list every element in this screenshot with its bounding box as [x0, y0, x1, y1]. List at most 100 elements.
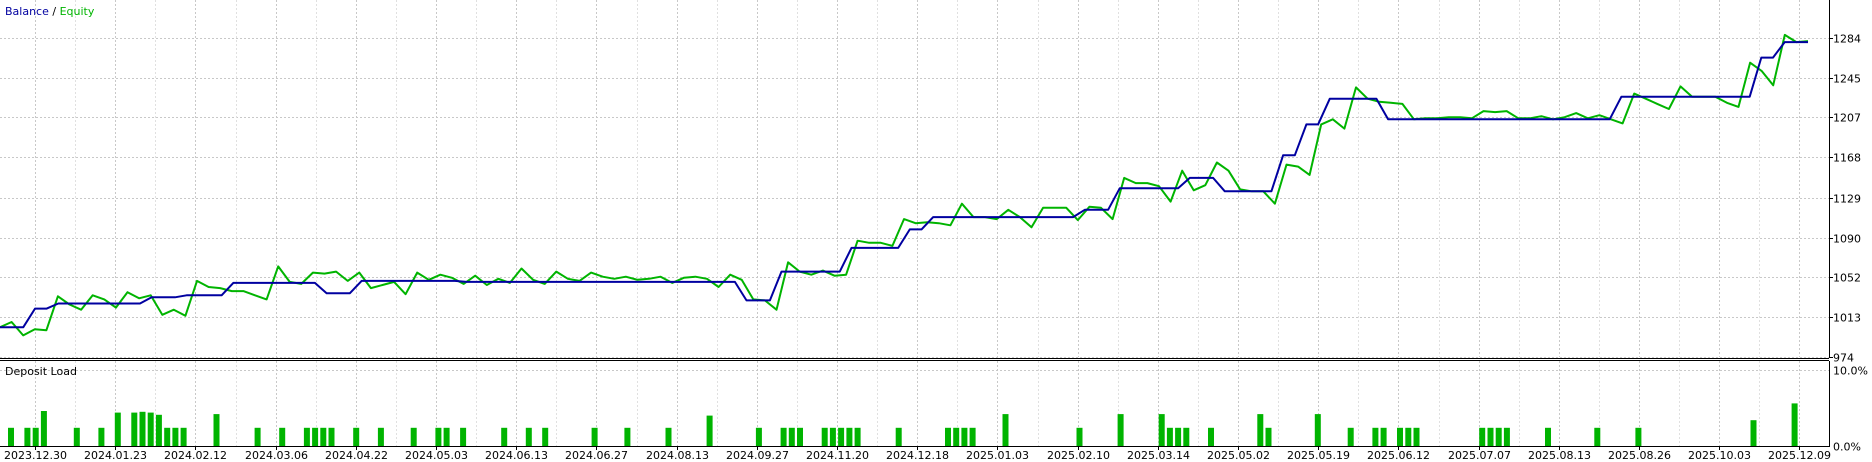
x-tick-label-9: 2024.09.27 [726, 449, 789, 462]
deposit-load-bar-25 [213, 414, 220, 446]
deposit-load-bar-55 [460, 427, 467, 446]
deposit-load-bar-142 [1175, 427, 1182, 446]
x-tick-label-20: 2025.08.26 [1608, 449, 1671, 462]
x-tick-label-16: 2025.05.19 [1287, 449, 1350, 462]
x-tick-label-19: 2025.08.13 [1528, 449, 1591, 462]
deposit-load-bar-60 [501, 427, 508, 446]
x-tick-label-12: 2025.01.03 [966, 449, 1029, 462]
deposit-load-bar-65 [542, 427, 549, 446]
equity-tick-label-1052: 1052 [1833, 272, 1861, 285]
deposit-load-bar-0 [8, 427, 14, 446]
deposit-load-y-axis: 0.0% 10.0% [1833, 365, 1868, 454]
deposit-load-bar-30 [254, 427, 261, 446]
deposit-tick-label-1: 10.0% [1833, 365, 1868, 378]
deposit-load-bar-181 [1495, 427, 1502, 446]
deposit-load-bar-99 [821, 427, 828, 446]
deposit-load-bar-169 [1397, 427, 1403, 446]
deposit-load-bar-15 [131, 412, 138, 446]
deposit-load-bar-115 [953, 427, 960, 446]
deposit-load-bar-39 [328, 427, 335, 446]
x-tick-label-17: 2025.06.12 [1367, 449, 1430, 462]
x-tick-label-4: 2024.04.22 [325, 449, 388, 462]
x-tick-label-0: 2023.12.30 [4, 449, 67, 462]
equity-plot-area [0, 0, 1829, 357]
deposit-load-grid [0, 361, 1829, 447]
deposit-load-bar-212 [1750, 420, 1757, 446]
deposit-load-bar-130 [1076, 427, 1083, 446]
deposit-load-bar-85 [706, 415, 713, 446]
deposit-load-bar-42 [353, 427, 360, 446]
deposit-load-bar-187 [1545, 427, 1551, 446]
deposit-load-bar-37 [312, 427, 319, 446]
deposit-load-bar-163 [1347, 427, 1354, 446]
deposit-load-bar-135 [1117, 414, 1124, 446]
deposit-load-bar-116 [961, 427, 968, 446]
equity-tick-label-1013: 1013 [1833, 312, 1861, 325]
deposit-load-bar-102 [846, 427, 853, 446]
deposit-load-bar-141 [1166, 427, 1173, 446]
deposit-load-bar-91 [755, 427, 762, 446]
deposit-load-bar-80 [665, 427, 672, 446]
deposit-load-bar-146 [1208, 427, 1214, 446]
deposit-load-bar-38 [320, 427, 327, 446]
deposit-load-bar-108 [895, 427, 902, 446]
deposit-load-title: Deposit Load [5, 365, 77, 378]
x-tick-label-6: 2024.06.13 [485, 449, 548, 462]
deposit-load-bar-170 [1405, 427, 1412, 446]
equity-tick-label-1168: 1168 [1833, 152, 1861, 165]
deposit-load-bar-11 [98, 427, 105, 446]
deposit-load-bar-100 [829, 427, 836, 446]
deposit-load-bar-121 [1002, 414, 1009, 446]
deposit-load-bar-36 [303, 427, 310, 446]
deposit-load-bar-103 [854, 427, 861, 446]
deposit-load-bar-167 [1380, 427, 1387, 446]
deposit-load-bar-180 [1487, 427, 1494, 446]
deposit-load-bar-166 [1372, 427, 1379, 446]
x-tick-label-11: 2024.12.18 [886, 449, 949, 462]
equity-tick-label-974: 974 [1833, 352, 1854, 365]
x-tick-label-18: 2025.07.07 [1448, 449, 1511, 462]
deposit-load-bar-217 [1791, 403, 1798, 446]
deposit-load-bar-171 [1413, 427, 1420, 446]
equity-tick-label-1245: 1245 [1833, 73, 1861, 86]
deposit-load-bar-96 [797, 427, 803, 446]
x-tick-label-13: 2025.02.10 [1047, 449, 1110, 462]
deposit-load-bar-94 [780, 427, 787, 446]
deposit-load-bar-4 [40, 411, 47, 446]
x-tick-label-7: 2024.06.27 [565, 449, 628, 462]
deposit-load-bar-95 [788, 427, 795, 446]
equity-y-axis: 974 1013 1052 1090 1129 1168 1207 1245 1284 [1829, 33, 1861, 365]
deposit-load-bar-140 [1158, 414, 1165, 446]
legend-equity: Equity [60, 5, 95, 18]
deposit-load-bar-16 [139, 411, 146, 446]
equity-tick-label-1284: 1284 [1833, 33, 1861, 46]
deposit-load-bar-198 [1635, 427, 1642, 446]
x-tick-label-8: 2024.08.13 [646, 449, 709, 462]
deposit-load-bar-179 [1479, 427, 1486, 446]
equity-tick-label-1090: 1090 [1833, 233, 1861, 246]
deposit-load-bar-20 [172, 427, 179, 446]
x-tick-label-2: 2024.02.12 [164, 449, 227, 462]
deposit-load-panel: 0.0% 10.0% Deposit Load [0, 361, 1868, 454]
equity-tick-label-1129: 1129 [1833, 193, 1861, 206]
x-tick-label-22: 2025.12.09 [1768, 449, 1831, 462]
deposit-load-bar-19 [164, 427, 171, 446]
deposit-load-bar-33 [279, 427, 286, 446]
deposit-load-bar-18 [155, 414, 162, 446]
deposit-load-bar-63 [525, 427, 532, 446]
deposit-load-bar-17 [147, 412, 154, 446]
deposit-load-bar-117 [969, 427, 976, 446]
deposit-load-bar-153 [1265, 427, 1272, 446]
x-tick-label-15: 2025.05.02 [1207, 449, 1270, 462]
chart: 974 1013 1052 1090 1129 1168 1207 1245 1284 Bala… [0, 0, 1868, 462]
deposit-load-bar-13 [114, 412, 121, 446]
deposit-load-bar-45 [377, 427, 384, 446]
deposit-load-bar-3 [32, 427, 39, 446]
x-axis: 2023.12.30 2024.01.23 2024.02.12 2024.03.06… [4, 446, 1831, 462]
deposit-load-bar-114 [945, 427, 951, 446]
legend: Balance / Equity [5, 5, 95, 18]
x-tick-label-14: 2025.03.14 [1127, 449, 1190, 462]
deposit-load-bar-52 [435, 427, 442, 446]
equity-tick-label-1207: 1207 [1833, 112, 1861, 125]
deposit-load-bar-182 [1503, 427, 1510, 446]
